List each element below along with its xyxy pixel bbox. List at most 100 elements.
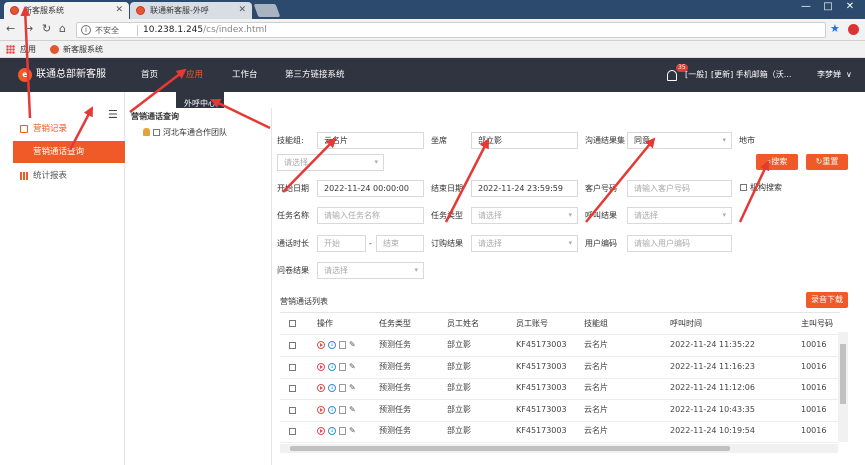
home-icon[interactable]: ⌂ [59, 22, 66, 35]
user-code-input[interactable]: 请输入用户编码 [627, 235, 732, 252]
download-icon[interactable]: ↓ [328, 384, 336, 392]
user-name[interactable]: 李梦婵 [817, 58, 841, 92]
bookmark-item[interactable]: 新客服系统 [63, 41, 103, 58]
vertical-scroll-thumb[interactable] [840, 344, 846, 404]
chevron-down-icon[interactable]: ∨ [846, 58, 852, 92]
col-header-account: 员工账号 [516, 319, 548, 328]
bookmark-star-icon[interactable]: ★ [830, 22, 840, 35]
seat-input[interactable]: 部立影 [471, 132, 578, 149]
skill-group-input[interactable]: 云名片 [317, 132, 424, 149]
apps-grid-icon[interactable] [6, 45, 15, 54]
org-search-checkbox[interactable]: 机构搜索 [740, 182, 782, 194]
row-checkbox[interactable] [289, 407, 296, 414]
bell-icon[interactable] [667, 70, 677, 81]
new-tab-button[interactable] [253, 4, 281, 17]
row-ops: ↓ ✎ [317, 400, 359, 421]
cell-caller: 10016 [801, 405, 827, 414]
tree-node[interactable]: 河北车通合作团队 [143, 127, 227, 138]
reload-icon[interactable]: ↻ [42, 22, 51, 35]
download-icon[interactable]: ↓ [328, 363, 336, 371]
call-result-select[interactable]: 请选择 [627, 207, 732, 224]
start-date-input[interactable]: 2022-11-24 00:00:00 [317, 180, 424, 197]
document-icon[interactable] [339, 384, 346, 392]
tab-close-icon[interactable]: ✕ [115, 2, 123, 19]
play-icon[interactable] [317, 341, 325, 349]
close-window-button[interactable]: ✕ [840, 1, 860, 12]
forward-arrow-icon[interactable]: → [24, 22, 33, 35]
col-header-task-type: 任务类型 [379, 319, 411, 328]
tab-close-icon[interactable]: ✕ [238, 2, 246, 19]
notice-text[interactable]: [更新] 手机邮箱（沃... [711, 58, 791, 92]
bookmark-apps[interactable]: 应用 [20, 41, 36, 58]
reset-button[interactable]: ↻重置 [806, 154, 848, 170]
cell-time: 2022-11-24 11:16:23 [670, 362, 755, 371]
extension-icon[interactable] [848, 24, 859, 35]
customer-label: 客户号码 [585, 184, 617, 193]
search-button[interactable]: ⌕搜索 [756, 154, 798, 170]
survey-result-label: 问卷结果 [277, 266, 309, 275]
address-bar-row: ← → ↻ ⌂ i 不安全 10.238.1.245/cs/index.html… [0, 19, 865, 41]
recording-download-button[interactable]: 录音下载 [806, 292, 848, 308]
end-date-input[interactable]: 2022-11-24 23:59:59 [471, 180, 578, 197]
document-icon[interactable] [339, 363, 346, 371]
document-icon[interactable] [339, 341, 346, 349]
nav-apps[interactable]: 应用 [186, 58, 203, 92]
row-ops: ↓ ✎ [317, 357, 359, 378]
col-header-caller: 主叫号码 [801, 319, 833, 328]
list-title: 营销通话列表 [280, 297, 328, 306]
download-icon[interactable]: ↓ [328, 406, 336, 414]
sidebar-item-records[interactable]: 营销记录 [13, 118, 125, 140]
edit-icon[interactable]: ✎ [349, 357, 356, 377]
cell-time: 2022-11-24 10:19:54 [670, 426, 755, 435]
edit-icon[interactable]: ✎ [349, 378, 356, 398]
cell-time: 2022-11-24 10:43:35 [670, 405, 755, 414]
maximize-button[interactable]: □ [818, 1, 838, 12]
play-icon[interactable] [317, 363, 325, 371]
minimize-button[interactable]: — [796, 1, 816, 12]
horizontal-scroll-thumb[interactable] [290, 446, 730, 451]
document-icon[interactable] [339, 406, 346, 414]
result-set-select[interactable]: 同意 [627, 132, 732, 149]
sidebar-item-call-query[interactable]: 营销通话查询 [13, 141, 125, 163]
row-checkbox[interactable] [289, 364, 296, 371]
info-icon[interactable]: i [81, 25, 91, 35]
document-icon[interactable] [339, 427, 346, 435]
task-name-input[interactable]: 请输入任务名称 [317, 207, 424, 224]
survey-result-select[interactable]: 请选择 [317, 262, 424, 279]
edit-icon[interactable]: ✎ [349, 421, 356, 441]
row-checkbox[interactable] [289, 385, 296, 392]
duration-start-input[interactable]: 开始 [317, 235, 366, 252]
city-select[interactable]: 请选择 [277, 154, 384, 171]
duration-end-input[interactable]: 结束 [376, 235, 424, 252]
download-icon[interactable]: ↓ [328, 341, 336, 349]
select-all-checkbox[interactable] [289, 320, 296, 327]
download-icon[interactable]: ↓ [328, 427, 336, 435]
row-checkbox[interactable] [289, 342, 296, 349]
edit-icon[interactable]: ✎ [349, 335, 356, 355]
task-type-select[interactable]: 请选择 [471, 207, 578, 224]
row-checkbox[interactable] [289, 428, 296, 435]
cell-name: 部立影 [447, 383, 471, 392]
back-arrow-icon[interactable]: ← [6, 22, 15, 35]
play-icon[interactable] [317, 406, 325, 414]
row-divider [280, 442, 838, 443]
url-input[interactable]: i 不安全 10.238.1.245/cs/index.html [76, 22, 826, 38]
sidebar-item-reports[interactable]: 统计报表 [13, 165, 125, 187]
edit-icon[interactable]: ✎ [349, 400, 356, 420]
seat-label: 坐席 [431, 136, 447, 145]
order-result-select[interactable]: 请选择 [471, 235, 578, 252]
cell-group: 云名片 [584, 362, 608, 371]
browser-tab-active[interactable]: 新客服系统 ✕ [4, 2, 129, 19]
customer-input[interactable]: 请输入客户号码 [627, 180, 732, 197]
nav-home[interactable]: 首页 [141, 58, 158, 92]
tree-checkbox[interactable] [153, 129, 160, 136]
nav-workbench[interactable]: 工作台 [232, 58, 258, 92]
play-icon[interactable] [317, 427, 325, 435]
play-icon[interactable] [317, 384, 325, 392]
cell-name: 部立影 [447, 362, 471, 371]
browser-tab-inactive[interactable]: 联通新客服-外呼 ✕ [130, 2, 252, 19]
skill-group-label: 技能组: [277, 136, 304, 145]
nav-third-party[interactable]: 第三方链接系统 [285, 58, 345, 92]
cell-name: 部立影 [447, 340, 471, 349]
cell-name: 部立影 [447, 426, 471, 435]
